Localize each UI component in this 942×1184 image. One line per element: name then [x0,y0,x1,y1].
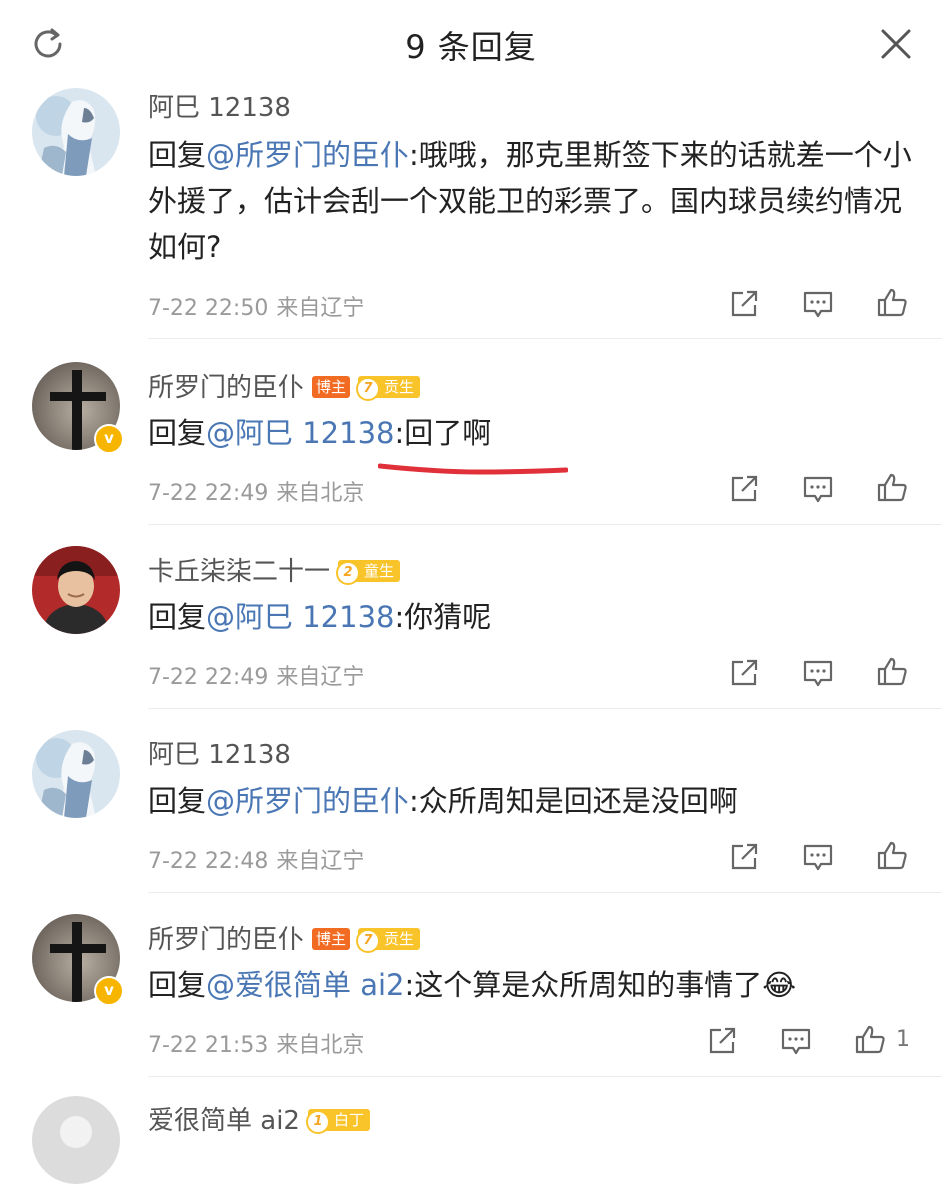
divider [148,524,942,525]
comment-source: 来自辽宁 [276,665,365,690]
comment-meta: 7-22 22:49 来自北京 [148,475,364,507]
divider [148,708,942,709]
share-icon[interactable] [728,473,760,505]
comment-time: 7-22 22:49 [148,665,269,690]
avatar[interactable] [32,546,120,634]
mention-link[interactable]: @所罗门的臣仆 [206,784,409,818]
like-count: 1 [896,1027,910,1052]
page-title: 9 条回复 [405,28,537,66]
divider [148,892,942,893]
share-icon[interactable] [728,841,760,873]
comment-source: 来自北京 [276,481,365,506]
comment-body: :回了啊 [394,416,492,450]
avatar[interactable] [32,1096,120,1184]
mention-link[interactable]: @阿巳 12138 [206,416,394,450]
username-text: 卡丘柒柒二十一 [148,557,331,587]
username[interactable]: 所罗门的臣仆 博主 7 贡生 [148,919,421,956]
comment-body: :这个算是众所周知的事情了😂 [404,968,797,1002]
comment-meta: 7-22 21:53 来自北京 [148,1027,364,1059]
username[interactable]: 卡丘柒柒二十一 2 童生 [148,551,401,588]
like-icon[interactable] [876,655,908,687]
comment-icon[interactable] [802,841,834,873]
comment-meta: 7-22 22:49 来自辽宁 [148,659,364,691]
level-badge: 2 童生 [336,560,401,585]
username-text: 所罗门的臣仆 [148,925,305,955]
comment-time: 7-22 22:50 [148,296,269,321]
username[interactable]: 阿巳 12138 [148,87,291,124]
username[interactable]: 阿巳 12138 [148,734,291,771]
comment-text: 回复@爱很简单 ai2:这个算是众所周知的事情了😂 [148,962,918,1008]
avatar[interactable] [32,88,120,176]
red-underline-annotation [378,463,568,475]
share-icon[interactable] [728,657,760,689]
comment-text: 回复@所罗门的臣仆:众所周知是回还是没回啊 [148,778,918,824]
level-label: 童生 [364,562,395,580]
header: 9 条回复 [0,0,942,92]
level-badge: 1 白丁 [305,1109,370,1134]
level-badge: 7 贡生 [356,376,421,401]
comment-icon[interactable] [802,473,834,505]
username[interactable]: 所罗门的臣仆 博主 7 贡生 [148,367,421,404]
like-icon[interactable] [876,471,908,503]
share-icon[interactable] [728,288,760,320]
comment-icon[interactable] [780,1025,812,1057]
like-icon[interactable] [854,1023,886,1055]
comment-source: 来自北京 [276,1033,365,1058]
username-text: 爱很简单 ai2 [148,1106,300,1136]
reply-prefix: 回复 [148,138,207,172]
comment-time: 7-22 21:53 [148,1033,269,1058]
username-text: 所罗门的臣仆 [148,373,305,403]
level-number: 7 [356,929,381,953]
comment-body: :众所周知是回还是没回啊 [409,784,738,818]
reply-prefix: 回复 [148,600,207,634]
divider [148,338,942,339]
close-icon[interactable] [880,28,912,60]
avatar[interactable] [32,730,120,818]
level-number: 1 [305,1110,330,1134]
verified-badge-icon: v [94,424,124,454]
level-badge: 7 贡生 [356,928,421,953]
level-label: 贡生 [384,930,415,948]
divider [148,1076,942,1077]
like-icon[interactable] [876,286,908,318]
reply-prefix: 回复 [148,968,207,1002]
comment-source: 来自辽宁 [276,296,365,321]
level-number: 7 [356,377,381,401]
comment-text: 回复@阿巳 12138:回了啊 [148,410,918,456]
comment-icon[interactable] [802,657,834,689]
like-icon[interactable] [876,839,908,871]
comment-body: :你猜呢 [394,600,492,634]
blogger-badge: 博主 [312,376,351,398]
comment-source: 来自辽宁 [276,849,365,874]
mention-link[interactable]: @所罗门的臣仆 [206,138,409,172]
username[interactable]: 爱很简单 ai2 1 白丁 [148,1100,370,1137]
comment-icon[interactable] [802,288,834,320]
comment-text: 回复@所罗门的臣仆:哦哦，那克里斯签下来的话就差一个小外援了，估计会刮一个双能卫… [148,132,918,270]
comment-time: 7-22 22:48 [148,849,269,874]
reply-prefix: 回复 [148,784,207,818]
mention-link[interactable]: @阿巳 12138 [206,600,394,634]
verified-badge-icon: v [94,976,124,1006]
blogger-badge: 博主 [312,928,351,950]
level-number: 2 [336,561,361,585]
reply-prefix: 回复 [148,416,207,450]
share-icon[interactable] [706,1025,738,1057]
mention-link[interactable]: @爱很简单 ai2 [206,968,405,1002]
comment-meta: 7-22 22:48 来自辽宁 [148,843,364,875]
comment-meta: 7-22 22:50 来自辽宁 [148,290,364,322]
level-label: 白丁 [333,1111,364,1129]
level-label: 贡生 [384,378,415,396]
comment-time: 7-22 22:49 [148,481,269,506]
comment-text: 回复@阿巳 12138:你猜呢 [148,594,918,640]
